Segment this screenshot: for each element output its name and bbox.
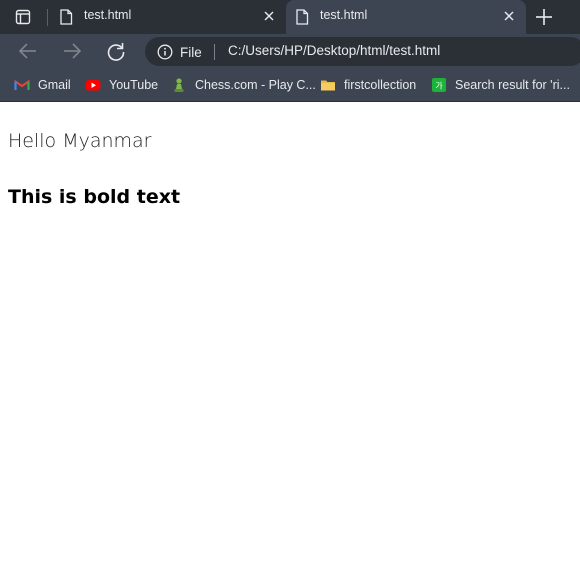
folder-icon: [321, 80, 335, 91]
tab-1[interactable]: test.html: [50, 0, 286, 34]
tab-divider: [47, 9, 48, 26]
dictionary-icon: 가: [432, 78, 446, 92]
bold-heading: This is bold text: [8, 186, 181, 208]
bookmark-gmail[interactable]: Gmail: [14, 76, 71, 94]
bookmark-label: Search result for 'ri...: [455, 78, 570, 92]
bookmark-label: Gmail: [38, 78, 71, 92]
tab-title: test.html: [320, 8, 368, 22]
page-content: Hello Myanmar This is bold text: [0, 103, 580, 580]
site-info-label: File: [180, 44, 202, 60]
new-tab-icon[interactable]: [531, 5, 557, 29]
bookmark-label: firstcollection: [344, 78, 417, 92]
site-info-button[interactable]: File: [157, 43, 202, 61]
address-bar[interactable]: File C:/Users/HP/Desktop/html/test.html: [145, 37, 580, 66]
forward-arrow-icon[interactable]: [60, 40, 84, 62]
bookmark-youtube[interactable]: YouTube: [85, 76, 158, 94]
address-divider: [214, 44, 215, 60]
tab-strip: test.html test.html: [0, 0, 580, 34]
tab-actions-icon: [15, 9, 31, 25]
paragraph-text: Hello Myanmar: [8, 130, 152, 152]
back-arrow-icon[interactable]: [16, 40, 40, 62]
page-icon: [296, 9, 309, 25]
youtube-icon: [85, 80, 101, 91]
gmail-icon: [14, 79, 30, 90]
close-tab-icon[interactable]: [501, 8, 517, 24]
reload-icon[interactable]: [104, 40, 128, 62]
bookmark-label: Chess.com - Play C...: [195, 78, 316, 92]
page-icon: [60, 9, 73, 25]
svg-text:가: 가: [435, 82, 443, 91]
bookmark-chess[interactable]: Chess.com - Play C...: [171, 76, 316, 94]
tab-title: test.html: [84, 8, 132, 22]
bookmark-search-result[interactable]: 가 Search result for 'ri...: [431, 76, 570, 94]
close-tab-icon[interactable]: [261, 8, 277, 24]
toolbar: File C:/Users/HP/Desktop/html/test.html: [0, 34, 580, 68]
info-icon: [157, 44, 173, 60]
bookmarks-bar: Gmail YouTube Chess.com - Play C... firs…: [0, 68, 580, 102]
bookmark-label: YouTube: [109, 78, 159, 92]
tab-actions-button[interactable]: [8, 5, 38, 29]
url-text[interactable]: C:/Users/HP/Desktop/html/test.html: [228, 43, 440, 58]
chess-pawn-icon: [174, 78, 184, 92]
bookmark-folder-firstcollection[interactable]: firstcollection: [320, 76, 416, 94]
tab-2-active[interactable]: test.html: [286, 0, 526, 34]
